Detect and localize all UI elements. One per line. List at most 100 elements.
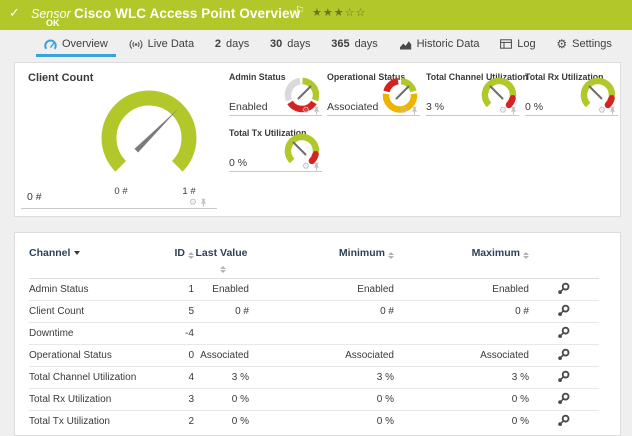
cell-id: 5 [149, 301, 194, 323]
divider [327, 115, 420, 116]
gear-icon[interactable]: ⚙ [598, 106, 606, 115]
gauge-value: 0 % [525, 101, 543, 113]
tab-settings[interactable]: ⚙ Settings [546, 30, 622, 58]
total-rx-utilization-gauge-cell: Total Rx Utilization 0 % ⚙ [525, 71, 621, 119]
gear-icon[interactable]: ⚙ [302, 162, 310, 171]
operational-status-gauge-cell: Operational Status Associated ⚙ [327, 71, 423, 119]
pin-icon[interactable] [411, 106, 418, 115]
channel-settings-wrench-icon[interactable] [557, 392, 570, 405]
tab-label-number: 2 [215, 38, 221, 50]
cell-maximum: 0 % [394, 411, 529, 433]
gauge-mini-actions: ⚙ [302, 106, 320, 115]
channel-settings-wrench-icon[interactable] [557, 326, 570, 339]
pin-icon[interactable] [313, 162, 320, 171]
table-row: Admin Status 1 Enabled Enabled Enabled [29, 279, 599, 301]
column-header-minimum[interactable]: Minimum [249, 241, 394, 279]
cell-actions [529, 323, 599, 345]
cell-actions [529, 389, 599, 411]
column-header-actions [529, 241, 599, 279]
cell-actions [529, 411, 599, 433]
total-tx-utilization-gauge-cell: Total Tx Utilization 0 % ⚙ [229, 127, 325, 175]
cell-minimum: Enabled [249, 279, 394, 301]
cell-actions [529, 279, 599, 301]
sort-arrows-icon [188, 252, 194, 259]
page-title: Cisco WLC Access Point Overview [74, 6, 300, 21]
sort-arrows-icon [388, 252, 394, 259]
cell-channel: Total Channel Utilization [29, 367, 149, 389]
column-header-id[interactable]: ID [149, 241, 194, 279]
tab-label-number: 365 [331, 38, 349, 50]
channel-settings-wrench-icon[interactable] [557, 414, 570, 427]
cell-maximum [394, 323, 529, 345]
cell-channel: Operational Status [29, 345, 149, 367]
pin-icon[interactable] [313, 106, 320, 115]
tab-365-days[interactable]: 365 days [321, 30, 388, 58]
cell-minimum [249, 323, 394, 345]
cell-last-value: 0 % [194, 411, 249, 433]
cell-last-value: Enabled [194, 279, 249, 301]
channel-settings-wrench-icon[interactable] [557, 304, 570, 317]
cell-maximum: 0 # [394, 301, 529, 323]
gear-icon[interactable]: ⚙ [499, 106, 507, 115]
priority-stars[interactable]: ★★★☆☆ [312, 6, 366, 19]
tab-log[interactable]: Log [490, 30, 545, 58]
channel-settings-wrench-icon[interactable] [557, 348, 570, 361]
client-count-gauge [89, 81, 209, 196]
divider [426, 115, 519, 116]
gauge-scale-min: 0 # [103, 186, 139, 197]
tab-label: days [226, 38, 249, 50]
tab-30-days[interactable]: 30 days [260, 30, 321, 58]
divider [229, 115, 322, 116]
gear-icon[interactable]: ⚙ [400, 106, 408, 115]
gauges-panel: Client Count 0 # 1 # 0 # ⚙ Admin Status [14, 62, 621, 217]
pin-icon[interactable] [609, 106, 616, 115]
tab-label-number: 30 [270, 38, 282, 50]
total-channel-utilization-gauge-cell: Total Channel Utilization 3 % ⚙ [426, 71, 522, 119]
cell-channel: Client Count [29, 301, 149, 323]
gauge-mini-actions: ⚙ [189, 198, 207, 207]
cell-channel: Admin Status [29, 279, 149, 301]
gear-icon[interactable]: ⚙ [189, 198, 197, 207]
column-header-last-value[interactable]: Last Value [194, 241, 249, 279]
divider [21, 208, 217, 209]
cell-id: -4 [149, 323, 194, 345]
pin-icon[interactable] [200, 198, 207, 207]
channel-settings-wrench-icon[interactable] [557, 370, 570, 383]
table-row: Client Count 5 0 # 0 # 0 # [29, 301, 599, 323]
tab-historic-data[interactable]: Historic Data [389, 30, 490, 58]
gear-icon[interactable]: ⚙ [302, 106, 310, 115]
area-chart-icon [399, 39, 412, 50]
tab-label: Settings [572, 38, 612, 50]
column-label: Channel [29, 247, 70, 259]
gauge-icon [44, 39, 57, 50]
status-badge: OK [46, 18, 60, 28]
pin-icon[interactable] [510, 106, 517, 115]
tab-live-data[interactable]: Live Data [119, 30, 204, 58]
cell-channel: Total Rx Utilization [29, 389, 149, 411]
gauge-value: 3 % [426, 101, 444, 113]
tab-bar: Overview Live Data 2 days 30 days 365 da… [0, 30, 632, 58]
cell-minimum: 0 % [249, 411, 394, 433]
column-header-maximum[interactable]: Maximum [394, 241, 529, 279]
column-label: Last Value [196, 247, 248, 259]
tab-label: days [287, 38, 310, 50]
channel-settings-wrench-icon[interactable] [557, 282, 570, 295]
gauge-value: Associated [327, 101, 378, 113]
gauge-mini-actions: ⚙ [400, 106, 418, 115]
table-body: Admin Status 1 Enabled Enabled Enabled C… [29, 279, 599, 433]
tab-label: Historic Data [417, 38, 480, 50]
tab-label: days [355, 38, 378, 50]
cell-id: 2 [149, 411, 194, 433]
gauge-title: Admin Status [229, 72, 286, 82]
flag-icon[interactable]: ⚐ [295, 4, 305, 17]
cell-channel: Downtime [29, 323, 149, 345]
cell-last-value: 3 % [194, 367, 249, 389]
gauge-value: 0 % [229, 157, 247, 169]
tab-overview[interactable]: Overview [34, 30, 118, 58]
cell-actions [529, 367, 599, 389]
column-header-channel[interactable]: Channel [29, 241, 149, 279]
cell-actions [529, 345, 599, 367]
tab-2-days[interactable]: 2 days [205, 30, 259, 58]
cell-minimum: 0 # [249, 301, 394, 323]
divider [229, 171, 322, 172]
